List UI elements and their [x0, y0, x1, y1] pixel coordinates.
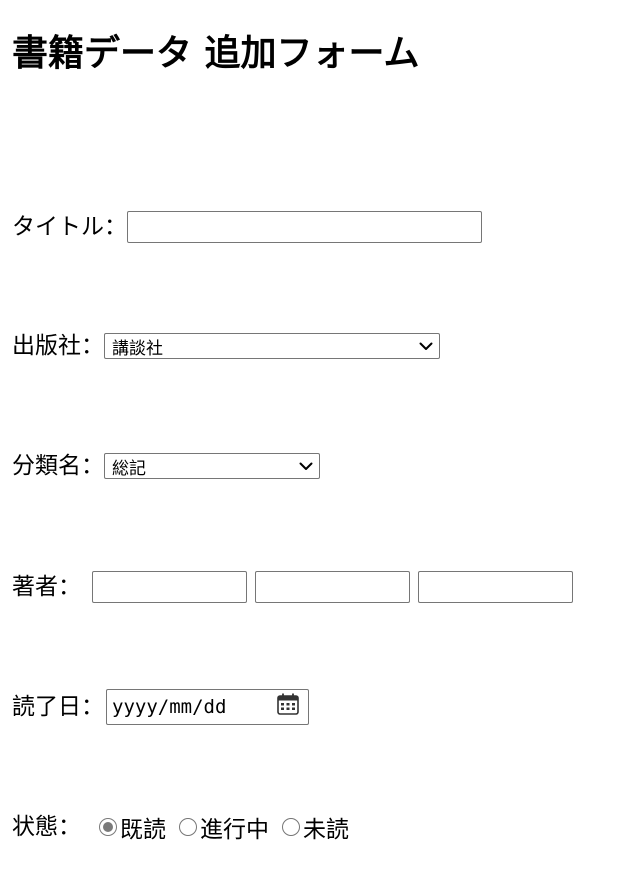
status-option-in-progress[interactable]: 進行中: [179, 810, 269, 844]
read-date-label: 読了日：: [12, 694, 104, 720]
radio-button-in-progress[interactable]: [179, 818, 197, 836]
author-input-3[interactable]: [418, 571, 573, 603]
status-label: 状態：: [12, 814, 81, 840]
page-title: 書籍データ 追加フォーム: [12, 33, 420, 74]
radio-button-unread[interactable]: [282, 818, 300, 836]
read-date-input[interactable]: yyyy/mm/dd: [106, 689, 309, 725]
read-date-row: 読了日： yyyy/mm/dd: [12, 689, 309, 725]
chevron-down-icon: [419, 342, 433, 351]
title-label: タイトル：: [12, 214, 127, 240]
status-option-unread[interactable]: 未読: [282, 810, 349, 844]
status-option-label: 未読: [303, 817, 349, 843]
status-option-read[interactable]: 既読: [99, 810, 166, 844]
author-label: 著者：: [12, 574, 81, 600]
category-selected-value: 総記: [112, 458, 146, 479]
author-input-1[interactable]: [92, 571, 247, 603]
category-row: 分類名： 総記: [12, 451, 320, 481]
chevron-down-icon: [299, 462, 313, 471]
status-radio-group: 既読 進行中 未読: [99, 810, 349, 844]
author-row: 著者：: [12, 571, 573, 603]
status-row: 状態： 既読 進行中 未読: [12, 810, 349, 844]
publisher-row: 出版社： 講談社: [12, 331, 440, 361]
title-input[interactable]: [127, 211, 482, 243]
category-label: 分類名：: [12, 453, 104, 479]
category-select[interactable]: 総記: [104, 453, 320, 479]
status-option-label: 既読: [120, 817, 166, 843]
status-option-label: 進行中: [200, 817, 269, 843]
author-input-2[interactable]: [255, 571, 410, 603]
title-row: タイトル：: [12, 211, 482, 243]
publisher-selected-value: 講談社: [112, 338, 163, 359]
calendar-icon[interactable]: [276, 692, 300, 722]
publisher-select[interactable]: 講談社: [104, 333, 440, 359]
publisher-label: 出版社：: [12, 333, 104, 359]
read-date-placeholder: yyyy/mm/dd: [112, 696, 227, 718]
radio-button-read[interactable]: [99, 818, 117, 836]
